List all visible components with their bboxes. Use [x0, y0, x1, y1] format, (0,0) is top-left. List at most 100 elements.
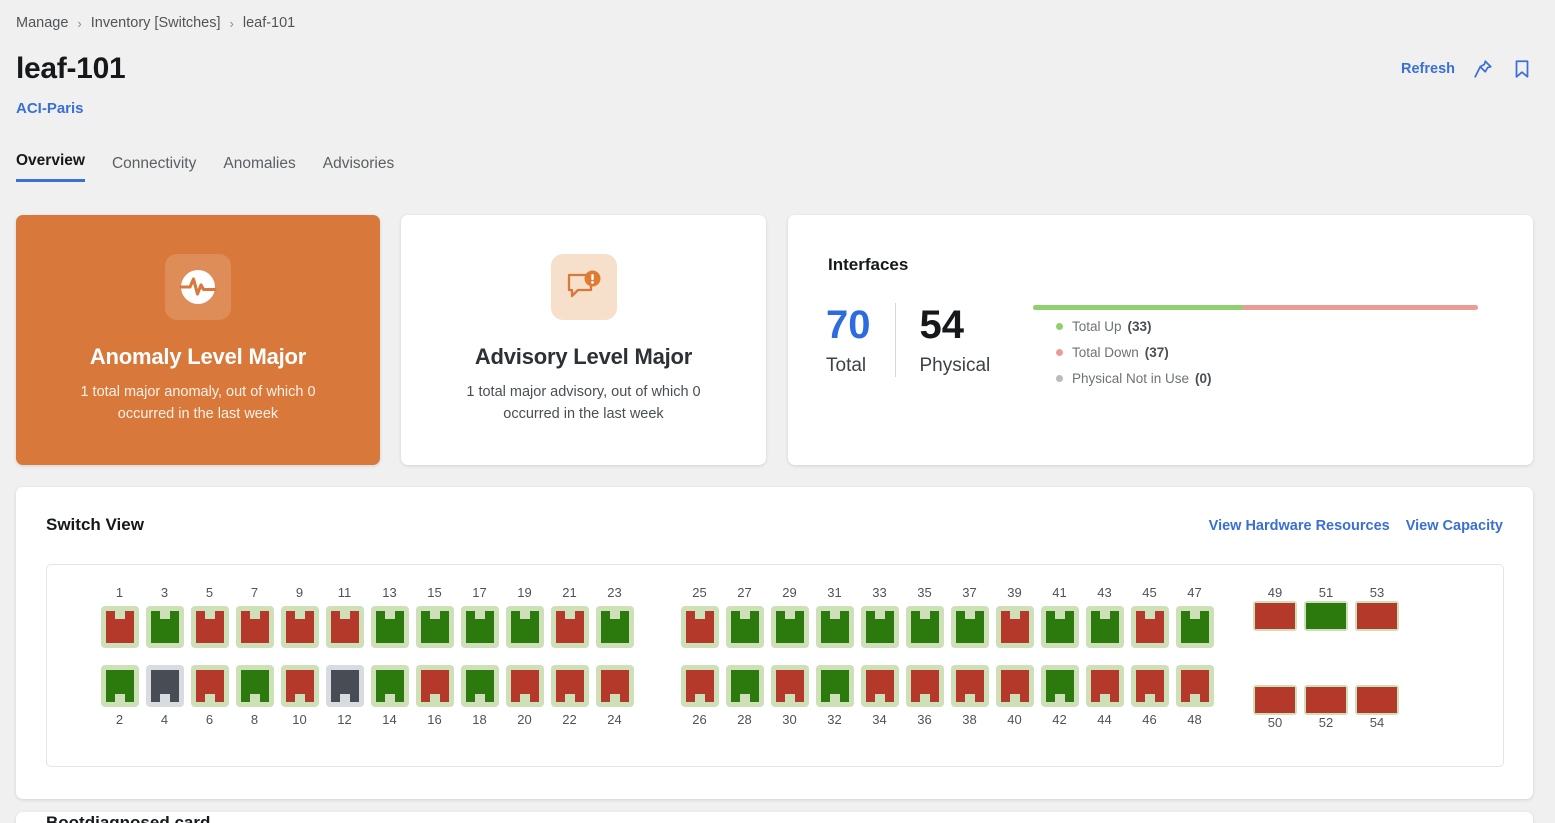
port-column: 78 [232, 585, 277, 728]
switch-port-8[interactable] [235, 665, 274, 707]
switch-port-14[interactable] [370, 665, 409, 707]
anomaly-pulse-icon [165, 254, 231, 320]
site-link[interactable]: ACI-Paris [16, 100, 84, 117]
header-actions: Refresh [1401, 58, 1533, 80]
port-number-label: 39 [1007, 585, 1022, 600]
uplink-number-row: 49 51 53 [1253, 585, 1399, 601]
switch-port-12[interactable] [325, 665, 364, 707]
switch-port-53[interactable] [1355, 601, 1399, 631]
switch-port-39[interactable] [995, 606, 1034, 648]
interfaces-title: Interfaces [828, 255, 909, 274]
switch-port-27[interactable] [725, 606, 764, 648]
legend-item-physical-not-in-use[interactable]: Physical Not in Use (0) [1056, 371, 1212, 386]
breadcrumb-item-inventory[interactable]: Inventory [Switches] [91, 15, 221, 31]
switch-port-44[interactable] [1085, 665, 1124, 707]
switch-port-51[interactable] [1304, 601, 1348, 631]
legend-item-total-up[interactable]: Total Up (33) [1056, 319, 1212, 334]
breadcrumb-separator-icon: › [229, 15, 234, 31]
port-number-label: 15 [427, 585, 442, 600]
port-column: 21 22 [547, 585, 592, 728]
switch-port-30[interactable] [770, 665, 809, 707]
port-number-label: 21 [562, 585, 577, 600]
switch-port-7[interactable] [235, 606, 274, 648]
bookmark-icon[interactable] [1511, 58, 1533, 80]
switch-port-41[interactable] [1040, 606, 1079, 648]
legend-label: Total Down [1072, 345, 1139, 360]
switch-port-32[interactable] [815, 665, 854, 707]
switch-port-42[interactable] [1040, 665, 1079, 707]
switch-port-37[interactable] [950, 606, 989, 648]
port-number-label: 54 [1369, 715, 1385, 730]
switch-port-52[interactable] [1304, 685, 1348, 715]
switch-port-36[interactable] [905, 665, 944, 707]
switch-port-21[interactable] [550, 606, 589, 648]
advisory-level-card[interactable]: Advisory Level Major 1 total major advis… [401, 215, 766, 465]
port-number-label: 32 [827, 712, 842, 727]
switch-port-22[interactable] [550, 665, 589, 707]
port-number-label: 23 [607, 585, 622, 600]
view-hardware-resources-link[interactable]: View Hardware Resources [1209, 518, 1390, 534]
switch-port-13[interactable] [370, 606, 409, 648]
tab-connectivity[interactable]: Connectivity [112, 155, 196, 182]
anomaly-level-card[interactable]: Anomaly Level Major 1 total major anomal… [16, 215, 380, 465]
port-number-label: 42 [1052, 712, 1067, 727]
port-number-label: 43 [1097, 585, 1112, 600]
port-column: 19 20 [502, 585, 547, 728]
switch-port-46[interactable] [1130, 665, 1169, 707]
switch-port-43[interactable] [1085, 606, 1124, 648]
switch-port-25[interactable] [680, 606, 719, 648]
anomaly-card-title: Anomaly Level Major [89, 344, 307, 369]
switch-port-19[interactable] [505, 606, 544, 648]
switch-port-15[interactable] [415, 606, 454, 648]
switch-port-33[interactable] [860, 606, 899, 648]
port-number-label: 19 [517, 585, 532, 600]
switch-view-links: View Hardware Resources View Capacity [1209, 518, 1503, 534]
switch-port-34[interactable] [860, 665, 899, 707]
switch-port-23[interactable] [595, 606, 634, 648]
switch-port-38[interactable] [950, 665, 989, 707]
switch-port-1[interactable] [100, 606, 139, 648]
port-number-label: 10 [292, 712, 307, 727]
switch-port-35[interactable] [905, 606, 944, 648]
switch-port-10[interactable] [280, 665, 319, 707]
port-number-label: 46 [1142, 712, 1157, 727]
view-capacity-link[interactable]: View Capacity [1406, 518, 1503, 534]
switch-port-26[interactable] [680, 665, 719, 707]
switch-port-5[interactable] [190, 606, 229, 648]
switch-port-9[interactable] [280, 606, 319, 648]
switch-port-11[interactable] [325, 606, 364, 648]
tab-overview[interactable]: Overview [16, 152, 85, 182]
legend-item-total-down[interactable]: Total Down (37) [1056, 345, 1212, 360]
switch-port-40[interactable] [995, 665, 1034, 707]
switch-port-50[interactable] [1253, 685, 1297, 715]
breadcrumb-item-manage[interactable]: Manage [16, 15, 68, 31]
switch-port-49[interactable] [1253, 601, 1297, 631]
port-number-label: 1 [115, 585, 124, 600]
tab-advisories[interactable]: Advisories [323, 155, 395, 182]
port-number-label: 3 [160, 585, 169, 600]
switch-port-24[interactable] [595, 665, 634, 707]
switch-port-54[interactable] [1355, 685, 1399, 715]
switch-port-47[interactable] [1175, 606, 1214, 648]
switch-port-4[interactable] [145, 665, 184, 707]
tab-anomalies[interactable]: Anomalies [223, 155, 295, 182]
switch-port-31[interactable] [815, 606, 854, 648]
switch-port-17[interactable] [460, 606, 499, 648]
switch-port-3[interactable] [145, 606, 184, 648]
refresh-button[interactable]: Refresh [1401, 61, 1455, 77]
stats-divider [894, 303, 896, 377]
switch-port-16[interactable] [415, 665, 454, 707]
switch-port-2[interactable] [100, 665, 139, 707]
port-number-label: 31 [827, 585, 842, 600]
switch-port-29[interactable] [770, 606, 809, 648]
port-column: 37 38 [947, 585, 992, 728]
switch-port-6[interactable] [190, 665, 229, 707]
switch-port-18[interactable] [460, 665, 499, 707]
switch-port-48[interactable] [1175, 665, 1214, 707]
switch-port-28[interactable] [725, 665, 764, 707]
switch-port-20[interactable] [505, 665, 544, 707]
port-number-label: 28 [737, 712, 752, 727]
pin-icon[interactable] [1472, 58, 1494, 80]
switch-port-45[interactable] [1130, 606, 1169, 648]
port-number-label: 49 [1267, 585, 1283, 600]
